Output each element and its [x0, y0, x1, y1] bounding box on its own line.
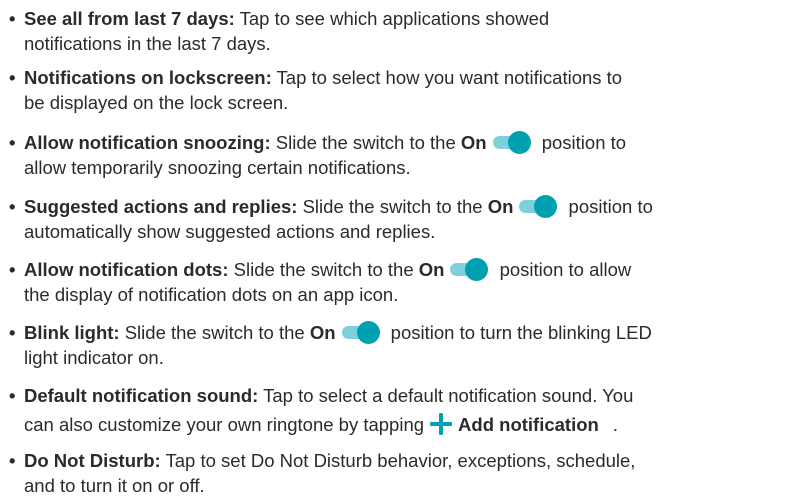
on-label: On — [309, 322, 336, 343]
toggle-on-icon — [450, 258, 490, 281]
term-default-sound: Default notification sound: — [24, 385, 259, 406]
term-suggested-actions: Suggested actions and replies: — [24, 196, 298, 217]
item-text: Blink light: Slide the switch to the On … — [24, 320, 786, 370]
item-text: Allow notification snoozing: Slide the s… — [24, 130, 786, 180]
toggle-knob — [534, 195, 558, 218]
description-post: position to allow — [494, 259, 632, 280]
description-continued: can also customize your own ringtone by … — [24, 414, 425, 435]
description-post: position to — [563, 196, 653, 217]
description: Tap to set Do Not Disturb behavior, exce… — [160, 450, 636, 471]
toggle-knob — [465, 258, 489, 281]
item-text: See all from last 7 days: Tap to see whi… — [24, 6, 786, 56]
on-label: On — [418, 259, 445, 280]
description: Slide the switch to the — [228, 259, 419, 280]
toggle-knob — [356, 321, 380, 344]
bullet: • — [9, 259, 16, 280]
on-label: On — [460, 132, 487, 153]
description-continued: allow temporarily snoozing certain notif… — [24, 157, 411, 178]
description-continued: be displayed on the lock screen. — [24, 92, 289, 113]
description: Tap to select a default notification sou… — [258, 385, 634, 406]
description: Slide the switch to the — [270, 132, 461, 153]
term-lockscreen: Notifications on lockscreen: — [24, 67, 272, 88]
bullet: • — [9, 385, 16, 406]
item-text: Notifications on lockscreen: Tap to sele… — [24, 65, 786, 115]
description-continued: light indicator on. — [24, 347, 164, 368]
description: Slide the switch to the — [119, 322, 310, 343]
on-label: On — [487, 196, 514, 217]
toggle-knob — [507, 131, 531, 154]
description-continued: notifications in the last 7 days. — [24, 33, 271, 54]
bullet: • — [9, 450, 16, 471]
bullet: • — [9, 322, 16, 343]
description-continued: automatically show suggested actions and… — [24, 221, 436, 242]
item-text: Do Not Disturb: Tap to set Do Not Distur… — [24, 448, 786, 498]
period: . — [612, 414, 618, 435]
term-blink-light: Blink light: — [24, 322, 120, 343]
term-do-not-disturb: Do Not Disturb: — [24, 450, 161, 471]
description-continued: the display of notification dots on an a… — [24, 284, 399, 305]
term-snoozing: Allow notification snoozing: — [24, 132, 271, 153]
description-post: position to — [536, 132, 627, 153]
item-text: Suggested actions and replies: Slide the… — [24, 194, 786, 244]
term-notification-dots: Allow notification dots: — [24, 259, 229, 280]
bullet: • — [9, 67, 16, 88]
toggle-on-icon — [492, 131, 533, 154]
description-continued: and to turn it on or off. — [24, 475, 205, 496]
bullet: • — [9, 132, 16, 153]
term-see-all: See all from last 7 days: — [24, 8, 235, 29]
toggle-on-icon — [519, 195, 559, 218]
description-post: position to turn the blinking LED — [385, 322, 652, 343]
plus-icon — [430, 413, 453, 435]
add-notification-label: Add notification — [458, 414, 599, 435]
item-text: Default notification sound: Tap to selec… — [24, 383, 786, 437]
description: Tap to see which applications showed — [234, 8, 550, 29]
item-text: Allow notification dots: Slide the switc… — [24, 257, 786, 307]
description: Slide the switch to the — [297, 196, 488, 217]
description: Tap to select how you want notifications… — [271, 67, 623, 88]
bullet: • — [9, 196, 16, 217]
toggle-on-icon — [341, 321, 382, 344]
bullet: • — [9, 8, 16, 29]
